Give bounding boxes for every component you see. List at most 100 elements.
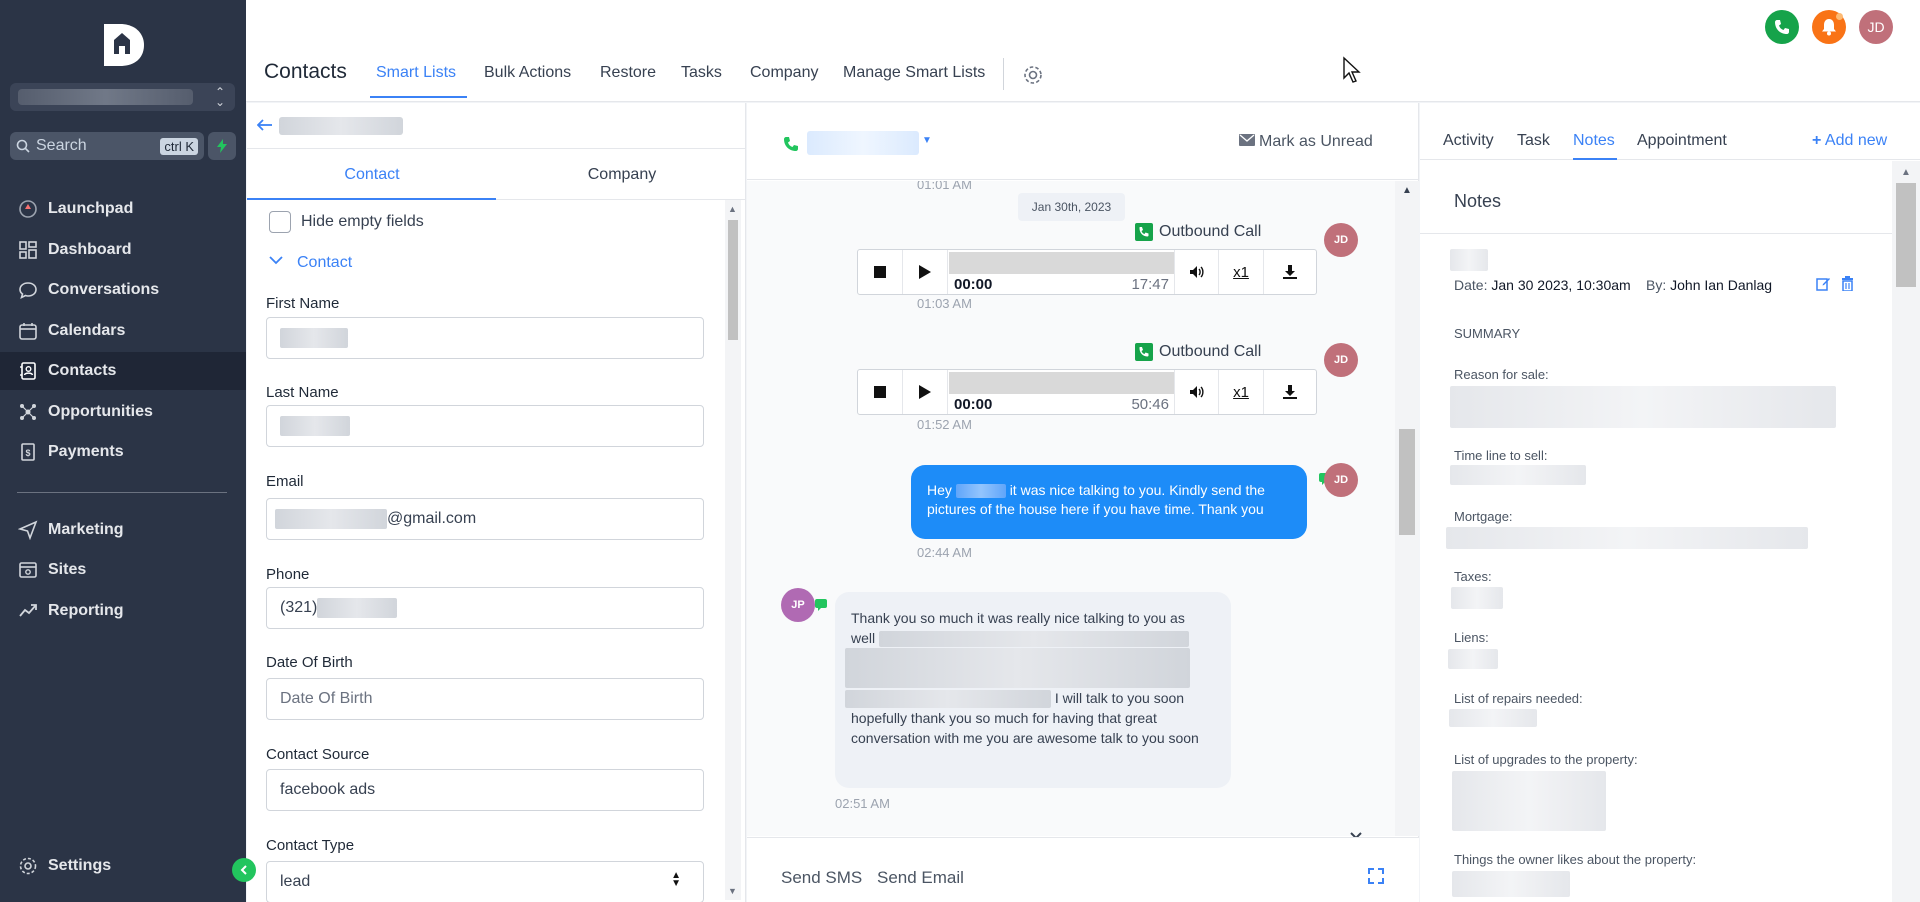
tab-send-sms[interactable]: Send SMS bbox=[781, 868, 862, 888]
sidebar-item-conversations[interactable]: Conversations bbox=[0, 271, 246, 309]
speed-button[interactable]: x1 bbox=[1219, 370, 1264, 414]
volume-button[interactable] bbox=[1174, 370, 1219, 414]
sidebar-item-label: Marketing bbox=[48, 521, 124, 538]
scroll-up-icon: ▲ bbox=[1901, 167, 1911, 178]
hide-empty-checkbox[interactable] bbox=[269, 211, 291, 233]
stop-button[interactable] bbox=[858, 250, 903, 294]
dob-label: Date Of Birth bbox=[266, 654, 353, 671]
tab-contact[interactable]: Contact bbox=[247, 166, 497, 184]
expand-icon[interactable] bbox=[1368, 868, 1384, 884]
stop-icon bbox=[874, 386, 886, 398]
note-title-redacted bbox=[1450, 249, 1488, 271]
note-value-redacted bbox=[1448, 649, 1498, 669]
search-shortcut: ctrl K bbox=[160, 137, 198, 155]
note-date: Date: Jan 30 2023, 10:30am bbox=[1454, 277, 1631, 293]
scrollbar-thumb[interactable] bbox=[728, 220, 738, 340]
tab-task[interactable]: Task bbox=[1517, 132, 1550, 150]
message-time: 01:01 AM bbox=[917, 181, 972, 192]
user-avatar[interactable]: JD bbox=[1859, 10, 1893, 44]
notifications-button[interactable] bbox=[1812, 10, 1846, 44]
audio-progress[interactable]: 00:00 50:46 bbox=[949, 370, 1174, 414]
phone-field[interactable]: (321) bbox=[266, 587, 704, 629]
chevron-down-icon[interactable] bbox=[269, 255, 283, 265]
notes-scrollbar[interactable]: ▲ bbox=[1892, 161, 1920, 902]
agent-avatar: JD bbox=[1324, 463, 1358, 497]
search-input[interactable]: Search ctrl K bbox=[10, 132, 204, 160]
contact-type-select[interactable]: lead ▲ ▼ bbox=[266, 861, 704, 902]
edit-icon[interactable] bbox=[1816, 276, 1831, 291]
agent-avatar: JD bbox=[1324, 343, 1358, 377]
tab-restore[interactable]: Restore bbox=[600, 64, 656, 82]
sidebar-item-label: Sites bbox=[48, 561, 87, 578]
play-button[interactable] bbox=[903, 250, 948, 294]
arrow-left-icon[interactable] bbox=[257, 119, 273, 131]
tab-tasks[interactable]: Tasks bbox=[681, 64, 722, 82]
trash-icon[interactable] bbox=[1841, 276, 1854, 291]
phone-button[interactable] bbox=[1765, 10, 1799, 44]
first-name-field[interactable] bbox=[266, 317, 704, 359]
last-name-field[interactable] bbox=[266, 405, 704, 447]
tab-bulk-actions[interactable]: Bulk Actions bbox=[484, 64, 571, 82]
sidebar-item-settings[interactable]: Settings bbox=[0, 847, 246, 885]
speed-button[interactable]: x1 bbox=[1219, 250, 1264, 294]
dob-field[interactable]: Date Of Birth bbox=[266, 678, 704, 720]
top-bar: Contacts Smart Lists Bulk Actions Restor… bbox=[246, 0, 1920, 102]
contact-scrollbar[interactable]: ▲ ▼ bbox=[725, 200, 741, 900]
phone-number-selector[interactable] bbox=[807, 131, 919, 155]
note-label: Liens: bbox=[1454, 630, 1489, 645]
sites-icon bbox=[19, 562, 37, 578]
mark-as-unread-button[interactable]: Mark as Unread bbox=[1259, 133, 1373, 151]
stop-button[interactable] bbox=[858, 370, 903, 414]
sidebar-item-label: Opportunities bbox=[48, 403, 153, 420]
bolt-icon bbox=[217, 139, 227, 153]
email-field[interactable]: @gmail.com bbox=[266, 498, 704, 540]
scrollbar-thumb[interactable] bbox=[1896, 183, 1916, 287]
sidebar-item-launchpad[interactable]: Launchpad bbox=[0, 190, 246, 228]
tab-smart-lists[interactable]: Smart Lists bbox=[376, 64, 456, 82]
audio-progress[interactable]: 00:00 17:47 bbox=[949, 250, 1174, 294]
sidebar-item-label: Conversations bbox=[48, 281, 160, 298]
section-contact-label[interactable]: Contact bbox=[297, 254, 352, 272]
tab-activity[interactable]: Activity bbox=[1443, 132, 1494, 150]
tab-manage-smart-lists[interactable]: Manage Smart Lists bbox=[843, 64, 985, 82]
play-button[interactable] bbox=[903, 370, 948, 414]
tab-company[interactable]: Company bbox=[497, 166, 745, 184]
sidebar-item-reporting[interactable]: Reporting bbox=[0, 592, 246, 630]
contact-details-panel: Contact Company Hide empty fields Contac… bbox=[247, 103, 746, 902]
tab-company[interactable]: Company bbox=[750, 64, 818, 82]
chat-icon bbox=[19, 282, 37, 300]
sidebar-collapse-button[interactable] bbox=[232, 858, 256, 882]
contacts-icon bbox=[20, 362, 36, 380]
sidebar-item-sites[interactable]: Sites bbox=[0, 551, 246, 589]
note-value-redacted bbox=[1452, 771, 1606, 831]
sidebar-item-dashboard[interactable]: Dashboard bbox=[0, 231, 246, 269]
add-new-button[interactable]: + Add new bbox=[1812, 132, 1887, 150]
quick-action-button[interactable] bbox=[208, 132, 236, 160]
contact-source-field[interactable]: facebook ads bbox=[266, 769, 704, 811]
note-author: By: John Ian Danlag bbox=[1646, 277, 1773, 293]
note-value-redacted bbox=[1451, 587, 1503, 609]
sidebar-item-opportunities[interactable]: Opportunities bbox=[0, 393, 246, 431]
volume-button[interactable] bbox=[1174, 250, 1219, 294]
mouse-cursor-icon bbox=[1343, 56, 1361, 83]
tab-notes[interactable]: Notes bbox=[1573, 132, 1615, 150]
tab-appointment[interactable]: Appointment bbox=[1637, 132, 1727, 150]
note-label: Reason for sale: bbox=[1454, 367, 1549, 382]
sidebar-item-label: Dashboard bbox=[48, 241, 132, 258]
sidebar-item-calendars[interactable]: Calendars bbox=[0, 312, 246, 350]
contact-name-redacted bbox=[279, 117, 403, 135]
account-switcher[interactable]: ⌃ ⌄ bbox=[10, 83, 235, 111]
sidebar-item-payments[interactable]: $ Payments bbox=[0, 433, 246, 471]
toolbar-divider bbox=[1003, 58, 1004, 90]
scrollbar-thumb[interactable] bbox=[1399, 429, 1415, 535]
dashboard-icon bbox=[19, 241, 37, 259]
download-button[interactable] bbox=[1264, 370, 1316, 414]
download-button[interactable] bbox=[1264, 250, 1316, 294]
sidebar-item-marketing[interactable]: Marketing bbox=[0, 511, 246, 549]
gear-icon[interactable] bbox=[1022, 64, 1044, 86]
thread-scrollbar[interactable]: ▲ bbox=[1395, 181, 1419, 836]
current-time: 00:00 bbox=[954, 396, 993, 413]
sidebar-item-contacts[interactable]: Contacts bbox=[0, 352, 246, 390]
calendar-icon bbox=[19, 323, 37, 340]
tab-send-email[interactable]: Send Email bbox=[877, 868, 964, 888]
